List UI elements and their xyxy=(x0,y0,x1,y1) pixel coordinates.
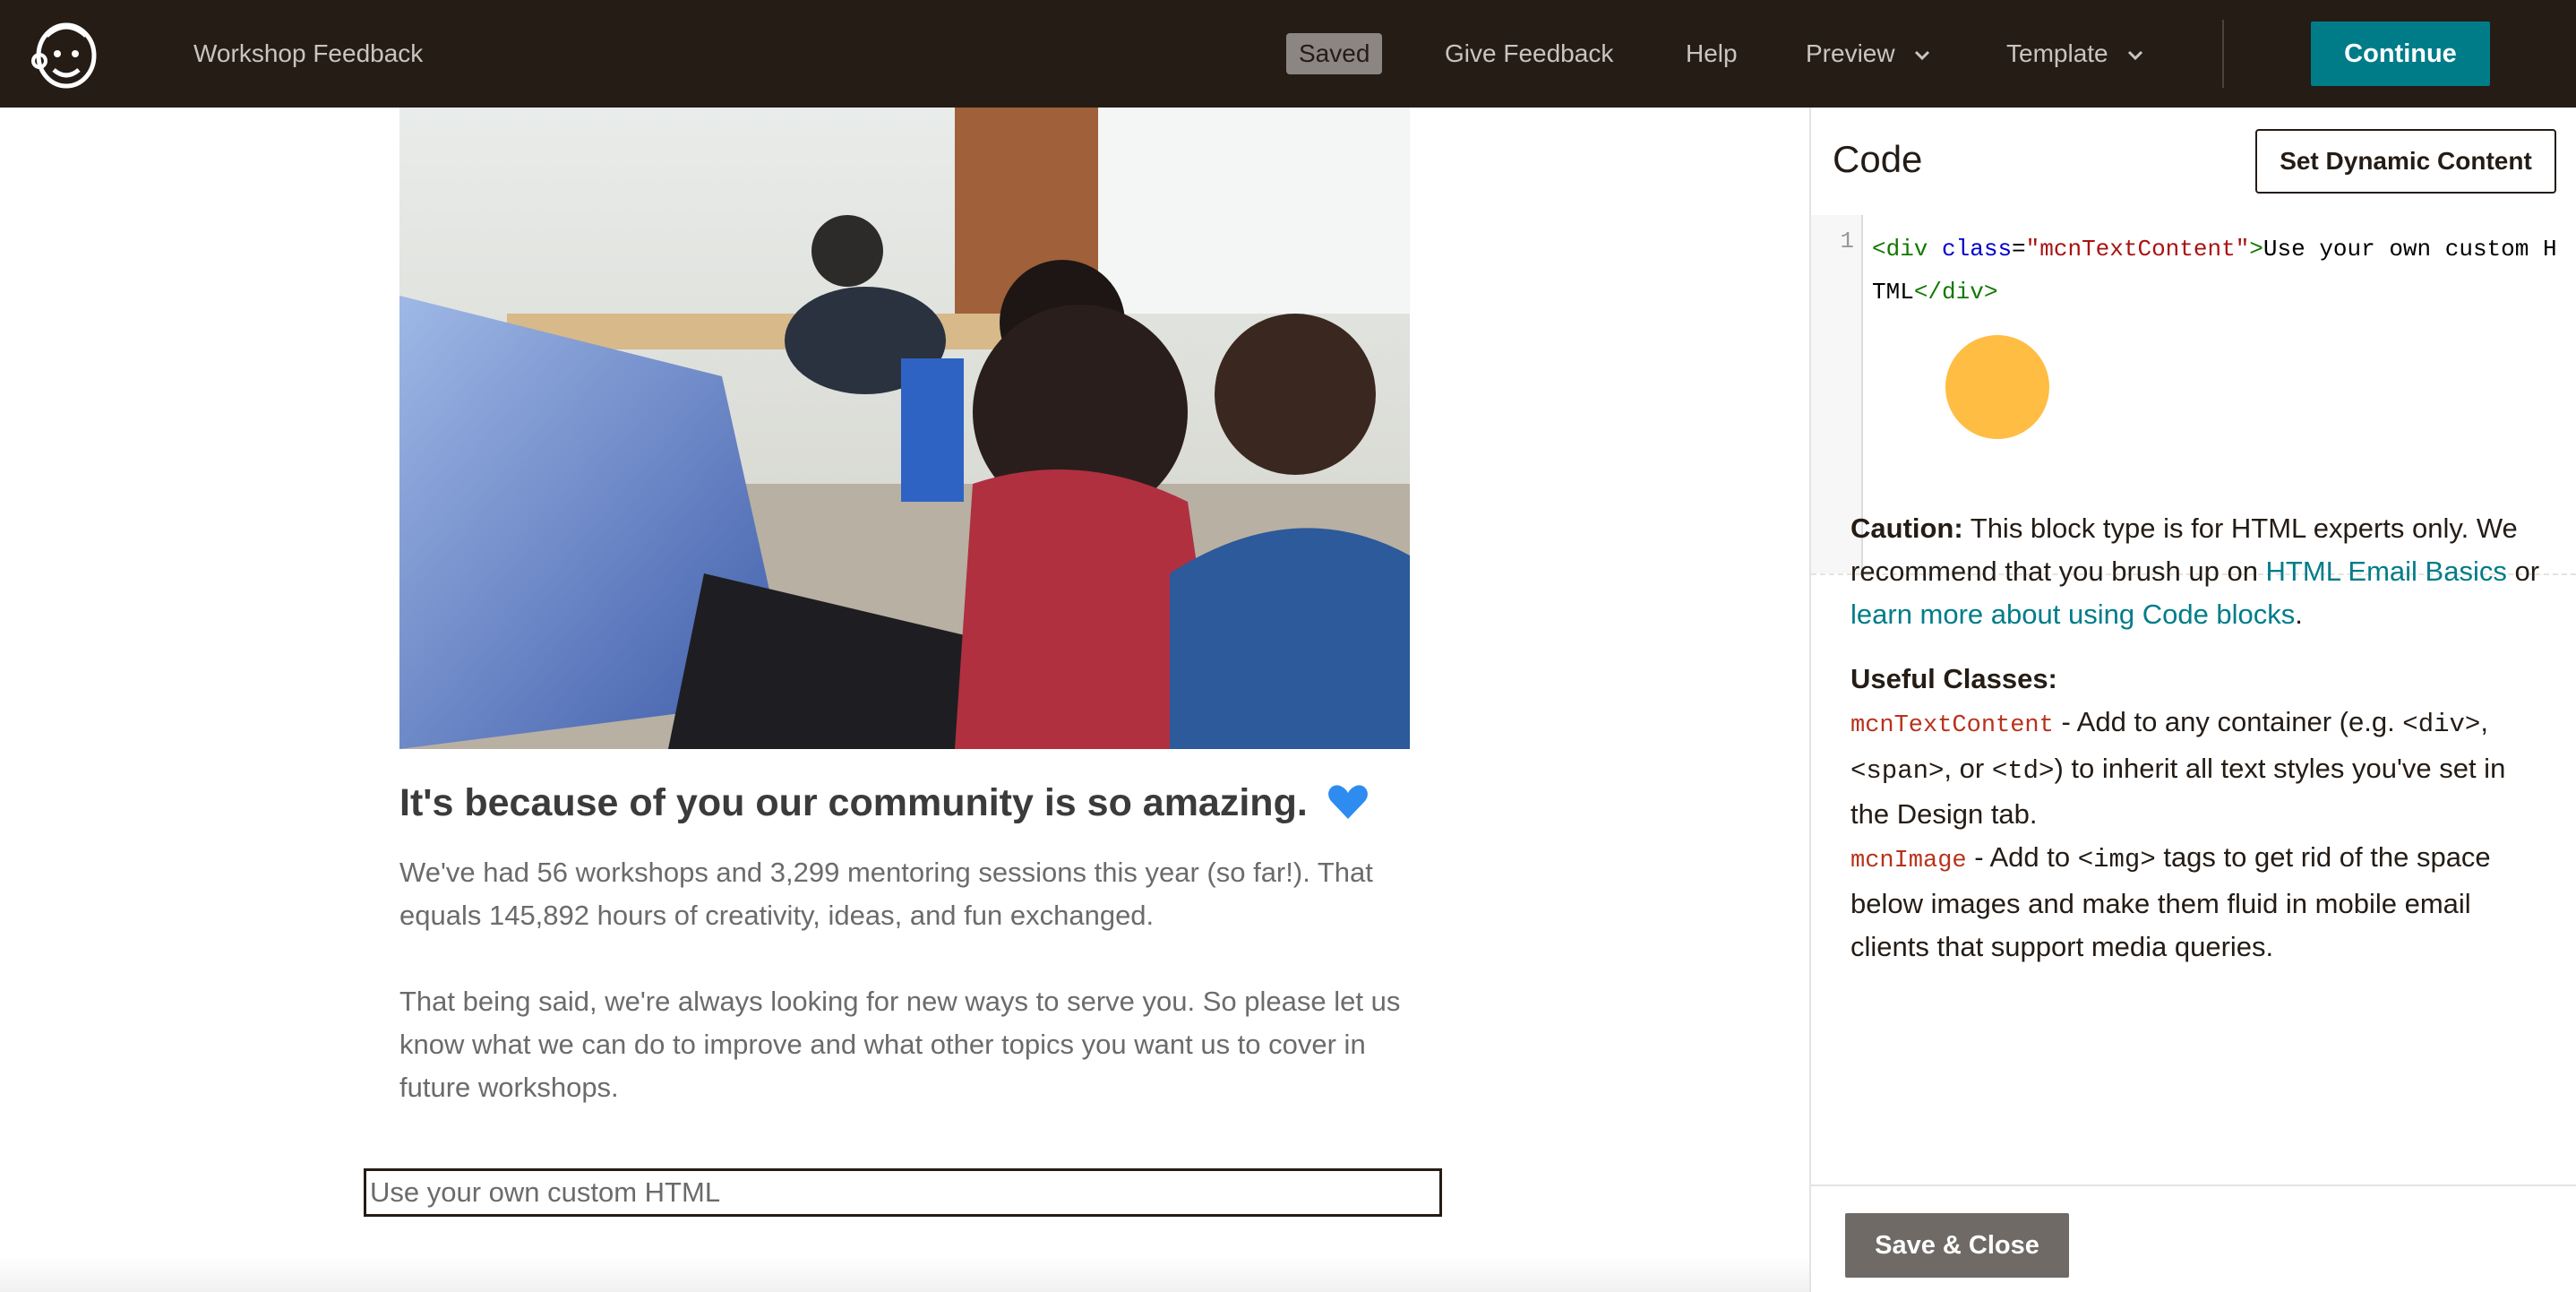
give-feedback-link[interactable]: Give Feedback xyxy=(1445,0,1613,108)
class-description: , or xyxy=(1944,753,1992,784)
code-line[interactable]: <div class="mcnTextContent">Use your own… xyxy=(1872,228,2571,314)
email-paragraph-stats: We've had 56 workshops and 3,299 mentori… xyxy=(399,857,1373,931)
code-attr-value: "mcnTextContent" xyxy=(2025,236,2250,263)
help-link[interactable]: Help xyxy=(1686,0,1738,108)
code-close-bracket: > xyxy=(2249,236,2263,263)
freddie-logo-icon[interactable] xyxy=(30,16,102,91)
template-menu[interactable]: Template xyxy=(2006,0,2143,108)
campaign-name[interactable]: Workshop Feedback xyxy=(193,0,423,108)
code-attr-name: class xyxy=(1942,236,2013,263)
class-description: - Add to xyxy=(1966,841,2078,873)
code-snippet: <div> xyxy=(2402,710,2481,739)
class-description: - Add to any container (e.g. xyxy=(2053,706,2403,737)
hero-image[interactable] xyxy=(399,108,1410,749)
code-end-tag: </div> xyxy=(1913,279,1998,306)
code-snippet: <span> xyxy=(1850,756,1945,786)
email-preview-canvas: It's because of you our community is so … xyxy=(0,108,1809,1292)
email-paragraph-request: That being said, we're always looking fo… xyxy=(399,986,1401,1103)
caution-period: . xyxy=(2295,599,2303,630)
top-navigation-bar: Workshop Feedback Saved Give Feedback He… xyxy=(0,0,2576,108)
code-snippet: <img> xyxy=(2077,845,2156,874)
chevron-down-icon xyxy=(2128,50,2143,60)
saved-status-badge: Saved xyxy=(1286,33,1383,74)
panel-title: Code xyxy=(1833,138,1923,180)
preview-menu[interactable]: Preview xyxy=(1806,0,1930,108)
caution-text-or: or xyxy=(2506,556,2540,587)
topbar-divider xyxy=(2222,20,2224,88)
class-name-mcnimage: mcnImage xyxy=(1850,848,1967,874)
html-email-basics-link[interactable]: HTML Email Basics xyxy=(2266,556,2507,587)
email-heading: It's because of you our community is so … xyxy=(399,781,1430,825)
caution-label: Caution: xyxy=(1850,512,1963,544)
help-text: Caution: This block type is for HTML exp… xyxy=(1850,507,2549,969)
code-editor-panel: Code Set Dynamic Content 1 <div class="m… xyxy=(1809,108,2576,1292)
save-and-close-button[interactable]: Save & Close xyxy=(1845,1213,2069,1278)
custom-html-block[interactable]: Use your own custom HTML xyxy=(364,1168,1442,1217)
set-dynamic-content-button[interactable]: Set Dynamic Content xyxy=(2255,129,2556,194)
code-blocks-link[interactable]: learn more about using Code blocks xyxy=(1850,599,2295,630)
click-highlight-indicator xyxy=(1945,335,2049,439)
hero-photo-illustration xyxy=(399,108,1410,749)
preview-label: Preview xyxy=(1806,39,1895,67)
canvas-bottom-shade xyxy=(0,1256,1809,1292)
continue-button[interactable]: Continue xyxy=(2311,22,2490,86)
line-number: 1 xyxy=(1840,228,1854,254)
caution-paragraph: Caution: This block type is for HTML exp… xyxy=(1850,507,2549,636)
class-name-mcntextcontent: mcnTextContent xyxy=(1850,712,2054,739)
email-heading-text: It's because of you our community is so … xyxy=(399,781,1308,824)
code-equals: = xyxy=(2012,236,2026,263)
code-snippet: <td> xyxy=(1991,756,2055,786)
class-description: , xyxy=(2480,706,2488,737)
blue-heart-icon xyxy=(1327,785,1368,819)
template-label: Template xyxy=(2006,39,2108,67)
panel-footer: Save & Close xyxy=(1811,1184,2576,1292)
useful-classes-label: Useful Classes: xyxy=(1850,663,2057,694)
chevron-down-icon xyxy=(1915,50,1930,60)
useful-classes-section: Useful Classes: mcnTextContent - Add to … xyxy=(1850,658,2549,969)
code-open-tag: <div xyxy=(1872,236,1928,263)
